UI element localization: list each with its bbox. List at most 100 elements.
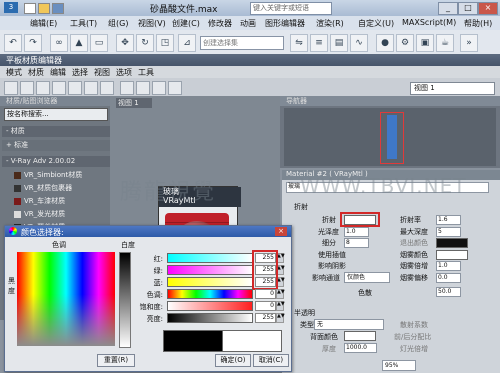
dialog-close-button[interactable]: × <box>275 227 287 236</box>
slate-menu-item[interactable]: 工具 <box>138 67 154 78</box>
menu-item[interactable]: 动画 <box>240 18 256 29</box>
menu-item[interactable]: 视图(V) <box>138 18 166 29</box>
subdivs-field[interactable]: 8 <box>344 238 369 248</box>
assign-material-icon[interactable] <box>20 81 34 95</box>
value-slider[interactable] <box>167 313 253 323</box>
slate-menu-item[interactable]: 选择 <box>72 67 88 78</box>
new-file-icon[interactable] <box>24 3 36 14</box>
minimize-button[interactable]: _ <box>438 2 458 15</box>
slate-menu-item[interactable]: 材质 <box>28 67 44 78</box>
redo-icon[interactable]: ↷ <box>24 34 42 52</box>
max-depth-field[interactable]: 5 <box>436 227 461 237</box>
render-frame-icon[interactable]: ▣ <box>416 34 434 52</box>
saturation-value[interactable]: 0 <box>255 301 276 311</box>
material-item[interactable]: VR_材质包裹器 <box>14 183 106 194</box>
render-icon[interactable]: ☕ <box>436 34 454 52</box>
save-file-icon[interactable] <box>52 3 64 14</box>
menu-item[interactable]: 修改器 <box>208 18 232 29</box>
region-select-icon[interactable]: ▭ <box>90 34 108 52</box>
reset-button[interactable]: 重置(R) <box>97 354 135 367</box>
material-item[interactable]: VR_Simbiont材质 <box>14 170 106 181</box>
delete-icon[interactable] <box>36 81 50 95</box>
close-button[interactable]: × <box>478 2 498 15</box>
menu-item[interactable]: MAXScript(M) <box>402 18 456 27</box>
whiteness-slider[interactable] <box>119 252 131 348</box>
maximize-button[interactable]: □ <box>458 2 478 15</box>
hue-slider[interactable] <box>167 289 253 299</box>
search-input[interactable]: 键入关键字或短语 <box>250 2 332 15</box>
menu-item[interactable]: 帮助(H) <box>464 18 492 29</box>
link-icon[interactable]: ∞ <box>50 34 68 52</box>
back-color-swatch[interactable] <box>344 331 376 341</box>
hue-spectrum[interactable] <box>17 252 115 346</box>
align-icon[interactable]: ≡ <box>310 34 328 52</box>
saturation-spinner[interactable]: ▲▼ <box>276 301 285 311</box>
parameter-editor-icon[interactable] <box>168 81 182 95</box>
fog-bias-field[interactable]: 0.0 <box>436 273 461 283</box>
undo-icon[interactable]: ↶ <box>4 34 22 52</box>
thickness-field[interactable]: 1000.0 <box>344 343 377 353</box>
menu-item[interactable]: 创建(C) <box>172 18 200 29</box>
fog-color-swatch[interactable] <box>436 250 468 260</box>
affect-shadows-checkbox[interactable]: 影响阴影 <box>318 261 346 271</box>
pick-material-icon[interactable] <box>4 81 18 95</box>
menu-item[interactable]: 组(G) <box>108 18 128 29</box>
show-map-icon[interactable] <box>84 81 98 95</box>
glossiness-field[interactable]: 1.0 <box>344 227 369 237</box>
view-tab[interactable]: 视图 1 <box>116 98 152 108</box>
navigator-view[interactable] <box>284 108 496 166</box>
material-map-navigator-icon[interactable] <box>152 81 166 95</box>
group-vray[interactable]: - V-Ray Adv 2.00.02 <box>2 156 110 167</box>
toolbar-extra-icon[interactable]: » <box>460 34 478 52</box>
slate-menu-item[interactable]: 选项 <box>116 67 132 78</box>
group-standard[interactable]: + 标准 <box>2 140 110 151</box>
translucency-type-dropdown[interactable]: 无 <box>314 319 384 330</box>
fog-mult-field[interactable]: 1.0 <box>436 261 461 271</box>
slate-menu-item[interactable]: 视图 <box>94 67 110 78</box>
selection-set-dropdown[interactable]: 创建选择集 <box>200 36 284 50</box>
menu-item[interactable]: 渲染(R) <box>316 18 344 29</box>
dispersion-abbe-field[interactable]: 50.0 <box>436 287 461 297</box>
affect-channels-dropdown[interactable]: 仅颜色 <box>344 272 390 283</box>
mirror-icon[interactable]: ⇋ <box>290 34 308 52</box>
use-interp-checkbox[interactable]: 使用插值 <box>318 250 346 260</box>
blue-slider[interactable] <box>167 277 253 287</box>
material-editor-icon[interactable]: ● <box>376 34 394 52</box>
menu-item[interactable]: 自定义(U) <box>358 18 394 29</box>
browser-search-input[interactable]: 按名称搜索... <box>4 108 108 121</box>
show-background-icon[interactable] <box>100 81 114 95</box>
render-setup-icon[interactable]: ⚙ <box>396 34 414 52</box>
green-slider[interactable] <box>167 265 253 275</box>
rotate-icon[interactable]: ↻ <box>136 34 154 52</box>
navigator-viewport-rect[interactable] <box>380 112 404 164</box>
max-logo-icon[interactable]: 3 <box>4 2 18 13</box>
value-value[interactable]: 255 <box>255 313 276 323</box>
dispersion-checkbox[interactable]: 色散 <box>358 288 372 298</box>
scale-icon[interactable]: ◳ <box>156 34 174 52</box>
value-spinner[interactable]: ▲▼ <box>276 313 285 323</box>
layout-children-icon[interactable] <box>136 81 150 95</box>
hue-spinner[interactable]: ▲▼ <box>276 289 285 299</box>
cancel-button[interactable]: 取消(C) <box>253 354 289 367</box>
curve-editor-icon[interactable]: ∿ <box>350 34 368 52</box>
slate-menu-item[interactable]: 编辑 <box>50 67 66 78</box>
exit-color-swatch[interactable] <box>436 238 468 248</box>
group-materials[interactable]: - 材质 <box>2 126 110 137</box>
menu-item[interactable]: 图形编辑器 <box>265 18 305 29</box>
view-selector-dropdown[interactable]: 视图 1 <box>410 82 495 95</box>
layers-icon[interactable]: ▤ <box>330 34 348 52</box>
snap-icon[interactable]: ⊿ <box>178 34 196 52</box>
move-icon[interactable]: ✥ <box>116 34 134 52</box>
zoom-dropdown[interactable]: 95% <box>382 360 416 371</box>
open-file-icon[interactable] <box>38 3 50 14</box>
hue-value[interactable]: 0 <box>255 289 276 299</box>
hide-unused-icon[interactable] <box>68 81 82 95</box>
menu-item[interactable]: 工具(T) <box>70 18 97 29</box>
select-icon[interactable]: ▲ <box>70 34 88 52</box>
layout-icon[interactable] <box>120 81 134 95</box>
menu-item[interactable]: 编辑(E) <box>30 18 57 29</box>
ior-field[interactable]: 1.6 <box>436 215 461 225</box>
move-children-icon[interactable] <box>52 81 66 95</box>
ok-button[interactable]: 确定(O) <box>215 354 251 367</box>
red-slider[interactable] <box>167 253 253 263</box>
